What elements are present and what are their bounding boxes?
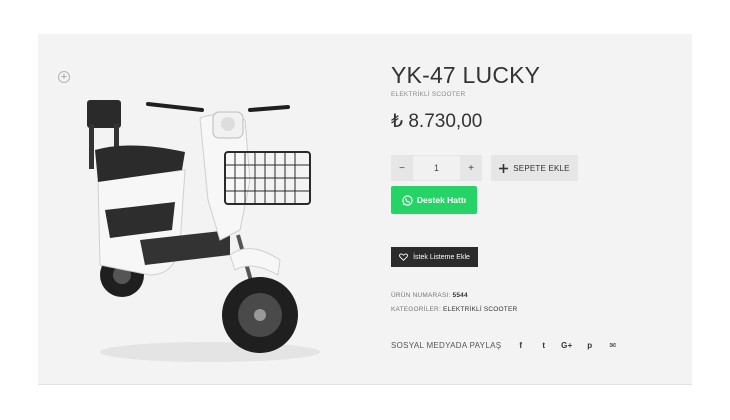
quantity-stepper: − 1 + bbox=[391, 155, 482, 181]
twitter-icon[interactable]: t bbox=[532, 341, 555, 350]
whatsapp-support-label: Destek Hattı bbox=[416, 195, 467, 205]
product-categories: KATEGORİLER: ELEKTRİKLİ SCOOTER bbox=[391, 306, 517, 313]
categories-label: KATEGORİLER: bbox=[391, 306, 441, 313]
add-to-cart-label: SEPETE EKLE bbox=[513, 163, 570, 173]
email-icon[interactable]: ✉ bbox=[601, 341, 624, 350]
heart-icon bbox=[399, 253, 408, 261]
add-to-wishlist-button[interactable]: İstek Listeme Ekle bbox=[391, 247, 478, 267]
social-share: SOSYAL MEDYADA PAYLAŞ f t G+ p ✉ bbox=[391, 341, 624, 350]
scooter-image[interactable] bbox=[80, 90, 320, 370]
product-price: ₺ 8.730,00 bbox=[391, 111, 483, 132]
sku-value: 5544 bbox=[452, 292, 468, 299]
pinterest-icon[interactable]: p bbox=[578, 341, 601, 350]
product-category-subtitle[interactable]: ELEKTRİKLİ SCOOTER bbox=[391, 91, 465, 98]
plus-icon bbox=[499, 163, 509, 173]
zoom-icon[interactable]: + bbox=[58, 71, 70, 83]
add-to-cart-button[interactable]: SEPETE EKLE bbox=[491, 155, 578, 181]
category-link[interactable]: ELEKTRİKLİ SCOOTER bbox=[443, 306, 517, 313]
whatsapp-support-button[interactable]: Destek Hattı bbox=[391, 186, 477, 214]
product-sku: ÜRÜN NUMARASI: 5544 bbox=[391, 292, 468, 299]
product-title: YK-47 LUCKY bbox=[391, 62, 541, 88]
quantity-increase-button[interactable]: + bbox=[460, 155, 482, 181]
whatsapp-icon bbox=[402, 194, 413, 206]
share-label: SOSYAL MEDYADA PAYLAŞ bbox=[391, 341, 502, 350]
quantity-input[interactable]: 1 bbox=[413, 155, 460, 181]
google-plus-icon[interactable]: G+ bbox=[555, 341, 578, 350]
facebook-icon[interactable]: f bbox=[509, 341, 532, 350]
sku-label: ÜRÜN NUMARASI: bbox=[391, 292, 451, 299]
wishlist-label: İstek Listeme Ekle bbox=[413, 253, 470, 261]
quantity-decrease-button[interactable]: − bbox=[391, 155, 413, 181]
